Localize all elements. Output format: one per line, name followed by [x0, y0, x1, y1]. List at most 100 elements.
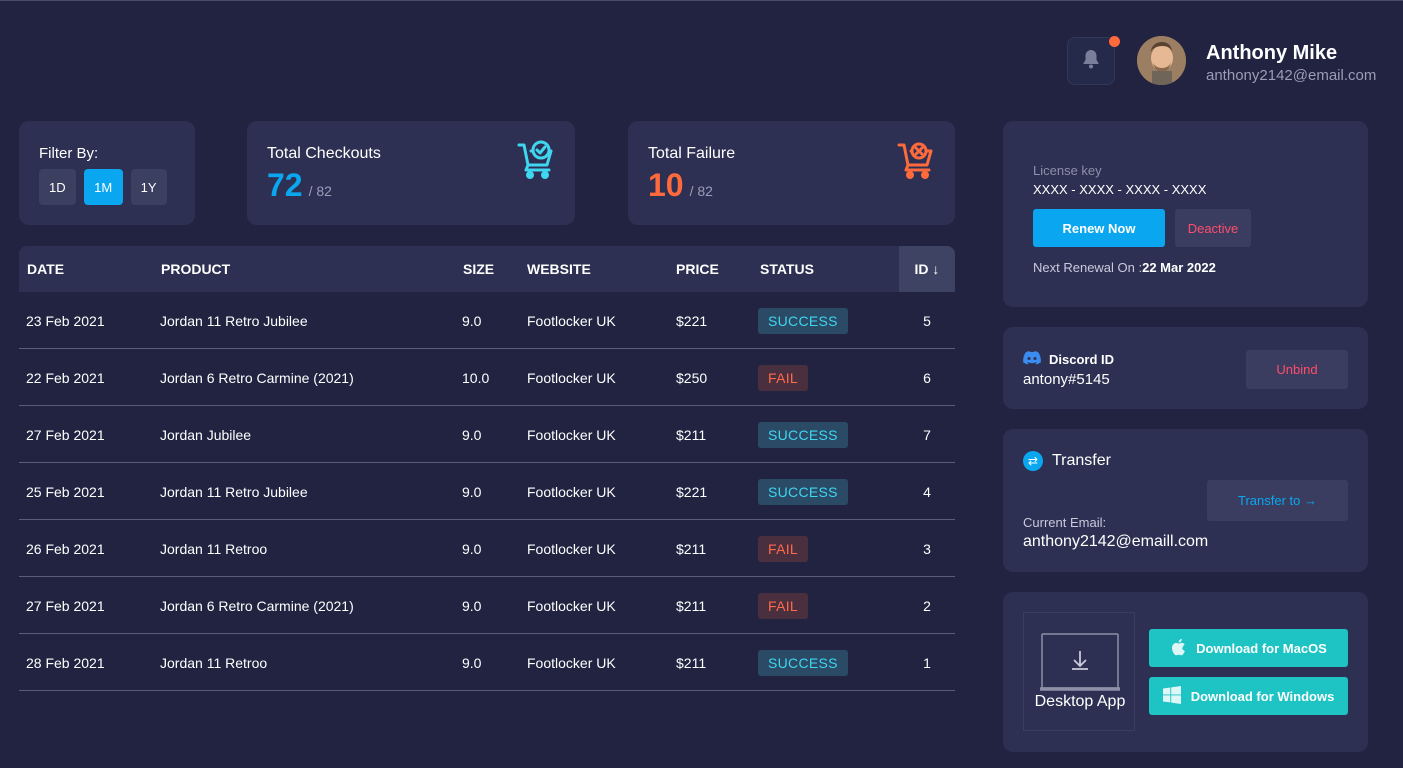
table-row[interactable]: 28 Feb 2021 Jordan 11 Retroo 9.0 Footlocker… [19, 634, 955, 691]
table-row[interactable]: 25 Feb 2021 Jordan 11 Retro Jubilee 9.0 Foo… [19, 463, 955, 520]
cell-date: 26 Feb 2021 [26, 540, 105, 557]
cell-website: Footlocker UK [527, 540, 616, 557]
status-badge: SUCCESS [758, 307, 848, 334]
cell-id: 2 [923, 597, 931, 614]
cell-product: Jordan 11 Retro Jubilee [160, 483, 308, 500]
cell-price: $250 [676, 369, 708, 386]
cell-date: 27 Feb 2021 [26, 426, 105, 443]
download-macos-label: Download for MacOS [1196, 640, 1327, 656]
transfer-to-button[interactable]: Transfer to → [1207, 480, 1348, 521]
total-checkouts-value: 72 [267, 167, 303, 203]
cell-status: FAIL [758, 349, 808, 406]
unbind-button[interactable]: Unbind [1246, 350, 1348, 389]
cell-status: SUCCESS [758, 406, 848, 463]
total-checkouts-total: / 82 [308, 183, 332, 199]
table-header: DATE PRODUCT SIZE WEBSITE PRICE STATUS I… [19, 246, 955, 292]
cell-website: Footlocker UK [527, 369, 616, 386]
renew-now-button[interactable]: Renew Now [1033, 209, 1165, 247]
discord-icon [1023, 351, 1041, 368]
column-price[interactable]: PRICE [676, 246, 719, 292]
discord-id-value: antony#5145 [1023, 371, 1110, 388]
cell-size: 9.0 [462, 540, 482, 557]
cell-product: Jordan 11 Retroo [160, 540, 268, 557]
desktop-app-label: Desktop App [1034, 693, 1126, 710]
cell-size: 9.0 [462, 426, 482, 443]
transfer-title-label: Transfer [1052, 452, 1111, 469]
filter-1d-button[interactable]: 1D [39, 169, 76, 205]
cell-price: $221 [676, 312, 708, 329]
column-id-sort[interactable]: ID ↓ [899, 246, 955, 292]
cell-product: Jordan 11 Retro Jubilee [160, 312, 308, 329]
filter-1m-button[interactable]: 1M [83, 169, 123, 205]
cell-product: Jordan 6 Retro Carmine (2021) [160, 597, 354, 614]
table-body: 23 Feb 2021 Jordan 11 Retro Jubilee 9.0 Foo… [19, 292, 955, 691]
column-website[interactable]: WEBSITE [527, 246, 591, 292]
table-row[interactable]: 27 Feb 2021 Jordan 6 Retro Carmine (2021)… [19, 577, 955, 634]
cart-x-icon [897, 139, 935, 184]
cart-check-icon [517, 139, 555, 184]
cell-id: 7 [923, 426, 931, 443]
cell-status: SUCCESS [758, 634, 848, 691]
next-renewal-label: Next Renewal On : [1033, 260, 1143, 275]
notification-button[interactable] [1067, 36, 1120, 85]
cell-product: Jordan 6 Retro Carmine (2021) [160, 369, 354, 386]
table-row[interactable]: 27 Feb 2021 Jordan Jubilee 9.0 Footlocker U… [19, 406, 955, 463]
table-row[interactable]: 23 Feb 2021 Jordan 11 Retro Jubilee 9.0 Foo… [19, 292, 955, 349]
status-badge: SUCCESS [758, 649, 848, 676]
cell-id: 4 [923, 483, 931, 500]
avatar[interactable] [1137, 36, 1186, 85]
column-date[interactable]: DATE [27, 246, 64, 292]
cell-id: 6 [923, 369, 931, 386]
cell-date: 22 Feb 2021 [26, 369, 105, 386]
deactive-button[interactable]: Deactive [1175, 209, 1251, 247]
cell-date: 25 Feb 2021 [26, 483, 105, 500]
download-macos-button[interactable]: Download for MacOS [1149, 629, 1348, 667]
cell-id: 5 [923, 312, 931, 329]
column-product[interactable]: PRODUCT [161, 246, 230, 292]
total-checkouts-value-group: 72 / 82 [267, 167, 332, 204]
notification-dot [1109, 36, 1120, 47]
cell-date: 27 Feb 2021 [26, 597, 105, 614]
cell-product: Jordan 11 Retroo [160, 654, 268, 671]
cell-status: SUCCESS [758, 463, 848, 520]
cell-price: $211 [676, 426, 707, 443]
total-failure-total: / 82 [689, 183, 713, 199]
cell-price: $221 [676, 483, 708, 500]
column-status[interactable]: STATUS [760, 246, 814, 292]
cell-website: Footlocker UK [527, 654, 616, 671]
current-email-value: anthony2142@emaill.com [1023, 533, 1209, 550]
laptop-download-icon [1029, 633, 1131, 696]
table-row[interactable]: 26 Feb 2021 Jordan 11 Retroo 9.0 Footlocker… [19, 520, 955, 577]
table-row[interactable]: 22 Feb 2021 Jordan 6 Retro Carmine (2021)… [19, 349, 955, 406]
checkout-table: DATE PRODUCT SIZE WEBSITE PRICE STATUS I… [19, 246, 955, 691]
user-email: anthony2142@email.com [1206, 67, 1377, 84]
discord-title: Discord ID [1023, 351, 1114, 368]
windows-icon [1162, 685, 1181, 707]
total-failure-label: Total Failure [648, 145, 736, 162]
cell-price: $211 [676, 540, 707, 557]
total-failure-card: Total Failure 10 / 82 [628, 121, 955, 225]
apple-icon [1170, 638, 1186, 659]
cell-size: 10.0 [462, 369, 490, 386]
cell-status: FAIL [758, 520, 808, 577]
status-badge: SUCCESS [758, 478, 848, 505]
discord-card: Discord ID antony#5145 Unbind [1003, 327, 1368, 409]
download-windows-button[interactable]: Download for Windows [1149, 677, 1348, 715]
transfer-card: ⇄ Transfer Transfer to → Current Email: … [1003, 429, 1368, 572]
transfer-title: ⇄ Transfer [1023, 451, 1111, 471]
column-size[interactable]: SIZE [463, 246, 494, 292]
total-failure-value-group: 10 / 82 [648, 167, 713, 204]
bell-icon [1082, 49, 1100, 74]
license-key-label: License key [1033, 163, 1102, 178]
total-failure-value: 10 [648, 167, 684, 203]
total-checkouts-card: Total Checkouts 72 / 82 [247, 121, 575, 225]
status-badge: FAIL [758, 364, 808, 391]
cell-status: FAIL [758, 577, 808, 634]
cell-product: Jordan Jubilee [160, 426, 252, 443]
transfer-arrows-icon: ⇄ [1023, 451, 1043, 471]
cell-size: 9.0 [462, 483, 482, 500]
cell-id: 1 [923, 654, 931, 671]
desktop-app-box: Desktop App [1023, 612, 1135, 731]
filter-1y-button[interactable]: 1Y [130, 169, 167, 205]
status-badge: SUCCESS [758, 421, 848, 448]
